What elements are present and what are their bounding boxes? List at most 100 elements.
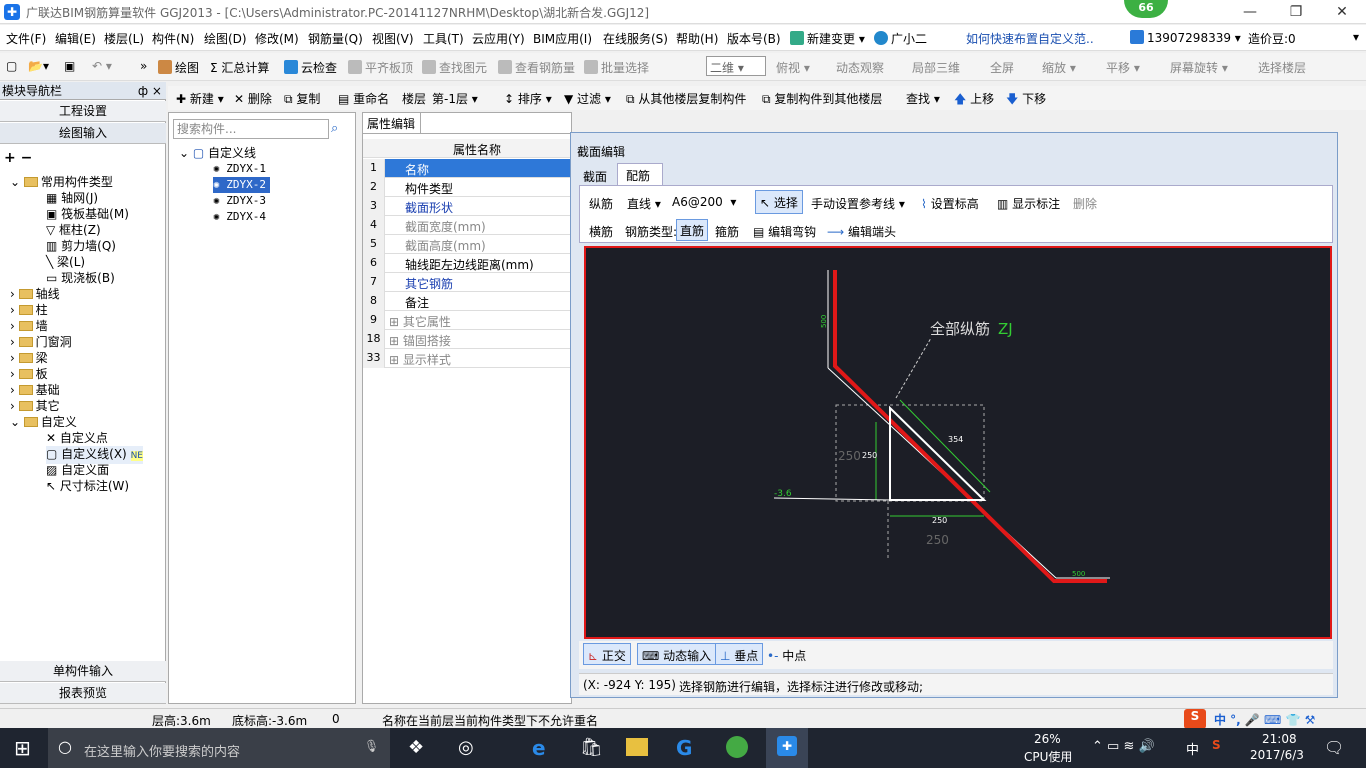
pan-button[interactable]: 平移 ▾	[1106, 59, 1140, 76]
fullscreen-button[interactable]: 全屏	[990, 59, 1014, 76]
pin-icon[interactable]: ф ×	[138, 82, 162, 100]
ime-status[interactable]: 中 °, 🎤 ⌨ 👕 ⚒	[1214, 711, 1315, 728]
tab-property-edit[interactable]: 属性编辑	[363, 113, 421, 133]
select-button[interactable]: ↖ 选择	[755, 190, 803, 214]
new-file-icon[interactable]: ▢	[6, 59, 17, 73]
delete-button[interactable]: ✕ 删除	[234, 90, 272, 107]
minimize-icon[interactable]: —	[1230, 2, 1270, 22]
tree-dimension[interactable]: ↖ 尺寸标注(W)	[46, 478, 129, 494]
menu-bim[interactable]: BIM应用(I)	[533, 30, 592, 47]
tree-shear-wall[interactable]: ▥ 剪力墙(Q)	[46, 238, 116, 254]
menu-help[interactable]: 帮助(H)	[676, 30, 718, 47]
drawing-canvas[interactable]: 全部纵筋 ZJ 250 250 250 250 354 500 500 -3.6	[584, 246, 1332, 639]
new-change-button[interactable]: 新建变更 ▾	[790, 30, 865, 47]
batch-select-button[interactable]: 批量选择	[584, 59, 649, 76]
overflow-icon[interactable]: »	[140, 59, 147, 73]
green-app-icon[interactable]	[726, 736, 748, 758]
prop-row[interactable]: 6 轴线距左边线距离(mm)	[363, 254, 571, 273]
cloud-check-button[interactable]: 云检查	[284, 59, 337, 76]
tree-group-other[interactable]: › 其它	[10, 398, 60, 414]
prop-row[interactable]: 18 ⊞ 锚固搭接	[363, 330, 571, 349]
tree-group-beam[interactable]: › 梁	[10, 350, 48, 366]
draw-input-button[interactable]: 绘图输入	[0, 123, 166, 144]
show-annotation-button[interactable]: ▥ 显示标注	[997, 195, 1060, 212]
prop-row[interactable]: 4 截面宽度(mm)	[363, 216, 571, 235]
menu-online[interactable]: 在线服务(S)	[603, 30, 668, 47]
tree-slab[interactable]: ▭ 现浇板(B)	[46, 270, 115, 286]
rename-button[interactable]: ▤ 重命名	[338, 90, 389, 107]
delete-rebar-button[interactable]: 删除	[1073, 195, 1097, 212]
ime-indicator[interactable]: 中	[1186, 739, 1199, 758]
close-icon[interactable]: ✕	[1322, 2, 1362, 22]
sogou-tray-icon[interactable]: S	[1212, 738, 1221, 752]
tree-group-column[interactable]: › 柱	[10, 302, 48, 318]
component-zdyx-2[interactable]: ✺ ZDYX-2	[213, 177, 270, 193]
sort-button[interactable]: ↕ 排序 ▾	[504, 90, 552, 107]
expand-collapse-icon[interactable]: + −	[4, 150, 32, 166]
ortho-toggle[interactable]: ⊾ 正交	[583, 643, 631, 665]
taskbar-search[interactable]: ○ 在这里输入你要搜索的内容 🎙	[48, 728, 390, 768]
tree-axis-grid[interactable]: ▦ 轴网(J)	[46, 190, 98, 206]
set-reference-line-button[interactable]: 手动设置参考线 ▾	[811, 195, 905, 212]
move-down-button[interactable]: 🡇 下移	[1006, 90, 1046, 111]
active-ggj-app[interactable]: ✚	[766, 728, 808, 768]
select-floor-button[interactable]: 选择楼层	[1258, 59, 1306, 76]
edit-end-button[interactable]: ⟶ 编辑端头	[827, 223, 896, 240]
filter-button[interactable]: ▼ 过滤 ▾	[564, 90, 611, 107]
tree-beam[interactable]: ╲ 梁(L)	[46, 254, 85, 270]
menu-edit[interactable]: 编辑(E)	[55, 30, 96, 47]
prop-row[interactable]: 2 构件类型	[363, 178, 571, 197]
tree-group-slab[interactable]: › 板	[10, 366, 48, 382]
tab-section[interactable]: 截面	[579, 165, 615, 185]
menu-draw[interactable]: 绘图(D)	[204, 30, 247, 47]
undo-icon[interactable]: ↶ ▾	[92, 59, 112, 73]
copy-button[interactable]: ⧉ 复制	[284, 90, 320, 107]
tree-raft[interactable]: ▣ 筏板基础(M)	[46, 206, 129, 222]
explorer-icon[interactable]	[626, 738, 648, 756]
stirrup-button[interactable]: 箍筋	[715, 223, 739, 240]
help-link[interactable]: 如何快速布置自定义范..	[966, 30, 1094, 47]
edge-icon[interactable]: e	[532, 736, 546, 760]
tree-root-custom-line[interactable]: ⌄ ▢ 自定义线	[179, 145, 256, 161]
sogou-ime-icon[interactable]: S	[1184, 709, 1206, 729]
new-button[interactable]: ✚ 新建 ▾	[176, 90, 224, 107]
menu-more-icon[interactable]: ▾	[1353, 30, 1359, 44]
perpendicular-toggle[interactable]: ⊥ 垂点	[715, 643, 764, 665]
component-zdyx-3[interactable]: ✺ ZDYX-3	[213, 193, 266, 209]
menu-view[interactable]: 视图(V)	[372, 30, 414, 47]
dynamic-input-toggle[interactable]: ⌨ 动态输入	[637, 643, 717, 665]
view-rebar-button[interactable]: 查看钢筋量	[498, 59, 575, 76]
menu-modify[interactable]: 修改(M)	[255, 30, 299, 47]
tree-group-custom[interactable]: ⌄ 自定义	[10, 414, 77, 430]
draw-button[interactable]: 绘图	[158, 59, 199, 76]
tree-custom-point[interactable]: ✕ 自定义点	[46, 430, 108, 446]
task-view-icon[interactable]: ❖	[408, 737, 424, 758]
copy-to-floor-button[interactable]: ⧉ 复制构件到其他楼层	[762, 90, 882, 107]
prop-row[interactable]: 3 截面形状	[363, 197, 571, 216]
find-button[interactable]: 查找 ▾	[906, 90, 940, 107]
flush-slab-button[interactable]: 平齐板顶	[348, 59, 413, 76]
windows-start-icon[interactable]: ⊞	[14, 736, 31, 760]
assistant-button[interactable]: 广小二	[874, 30, 927, 47]
component-zdyx-4[interactable]: ✺ ZDYX-4	[213, 209, 266, 225]
notification-icon[interactable]: 🗨	[1324, 738, 1344, 757]
menu-cloud[interactable]: 云应用(Y)	[472, 30, 525, 47]
menu-tools[interactable]: 工具(T)	[423, 30, 464, 47]
tab-reinforcement[interactable]: 配筋	[617, 163, 663, 185]
view-mode-select[interactable]: 二维 ▾	[706, 56, 766, 76]
report-preview-button[interactable]: 报表预览	[0, 683, 166, 704]
rotate-button[interactable]: 屏幕旋转 ▾	[1170, 59, 1228, 76]
cost-beans[interactable]: 造价豆:0	[1248, 30, 1296, 47]
prop-row[interactable]: 8 备注	[363, 292, 571, 311]
open-file-icon[interactable]: 📂▾	[28, 59, 49, 73]
prop-row[interactable]: 1 名称	[363, 159, 571, 178]
save-icon[interactable]: ▣	[64, 59, 75, 73]
menu-component[interactable]: 构件(N)	[152, 30, 194, 47]
top-view-button[interactable]: 俯视 ▾	[776, 59, 810, 76]
set-elevation-button[interactable]: ⌇ 设置标高	[921, 195, 979, 212]
midpoint-toggle[interactable]: •- 中点	[767, 647, 806, 664]
component-zdyx-1[interactable]: ✺ ZDYX-1	[213, 161, 266, 177]
calc-button[interactable]: Σ 汇总计算	[210, 59, 269, 76]
edit-hook-button[interactable]: ▤ 编辑弯钩	[753, 223, 816, 240]
tree-group-axis[interactable]: › 轴线	[10, 286, 60, 302]
